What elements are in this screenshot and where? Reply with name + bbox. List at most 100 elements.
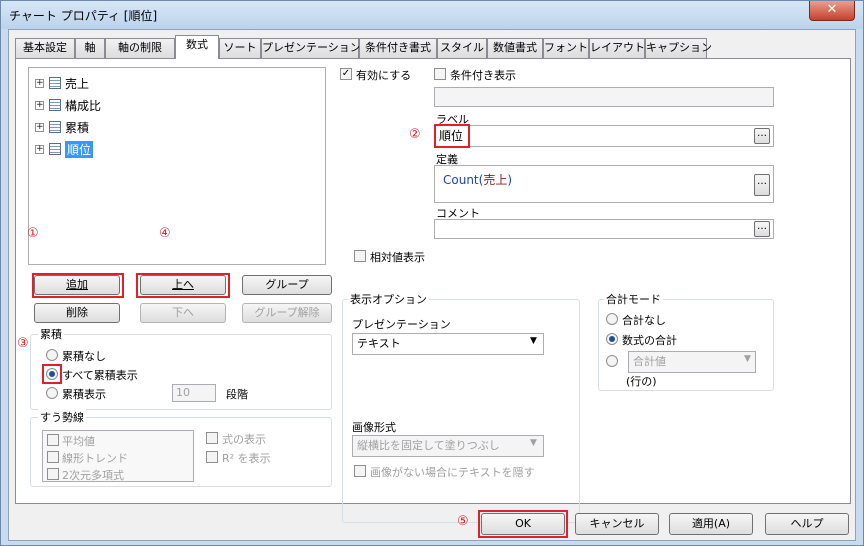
dialog-client: 基本設定 軸 軸の制限 数式 ソート プレゼンテーション 条件付き書式 スタイル… xyxy=(8,29,856,541)
total-none-label: 合計なし xyxy=(622,314,666,327)
steps-label: 段階 xyxy=(226,388,248,401)
tab-style[interactable]: スタイル xyxy=(437,38,487,58)
tab-sort[interactable]: ソート xyxy=(219,38,261,58)
delete-button[interactable]: 削除 xyxy=(34,303,120,323)
highlight-up xyxy=(136,273,230,298)
expand-icon[interactable]: + xyxy=(35,144,44,154)
tree-item-label: 売上 xyxy=(65,76,90,91)
table-icon xyxy=(49,143,61,155)
comment-input[interactable] xyxy=(434,219,774,239)
expand-icon[interactable]: + xyxy=(35,122,44,132)
tab-number-format[interactable]: 数値書式 xyxy=(487,38,543,58)
highlight-label xyxy=(434,124,470,148)
trend-linear-label: 線形トレンド xyxy=(62,452,128,465)
tree-item-label: 構成比 xyxy=(65,98,102,113)
tab-conditional-format[interactable]: 条件付き書式 xyxy=(359,38,437,58)
cumulative-show-label: 累積表示 xyxy=(62,388,106,401)
tab-expressions[interactable]: 数式 xyxy=(175,35,219,59)
definition-edit-button[interactable]: … xyxy=(754,174,770,196)
rows-label: (行の) xyxy=(626,375,657,388)
table-icon xyxy=(49,121,61,133)
cancel-button[interactable]: キャンセル xyxy=(575,513,659,535)
presentation-label: プレゼンテーション xyxy=(352,318,451,331)
expand-icon[interactable]: + xyxy=(35,100,44,110)
condition-field[interactable] xyxy=(434,87,774,107)
show-r2-checkbox[interactable] xyxy=(206,451,218,463)
relative-label: 相対値表示 xyxy=(370,251,425,264)
trend-linear-checkbox[interactable] xyxy=(47,451,59,463)
tab-basic[interactable]: 基本設定 xyxy=(15,38,75,58)
total-mode-title: 合計モード xyxy=(604,291,663,307)
tab-axis[interactable]: 軸 xyxy=(75,38,105,58)
display-options-title: 表示オプション xyxy=(348,291,429,307)
conditional-label: 条件付き表示 xyxy=(450,69,516,82)
window-title: チャート プロパティ [順位] xyxy=(9,9,158,23)
hide-text-checkbox[interactable] xyxy=(354,465,366,477)
help-button[interactable]: ヘルプ xyxy=(765,513,849,535)
total-value-radio[interactable] xyxy=(606,355,618,367)
expressions-panel: + 売上 + 構成比 + 累積 + 順位 追加 上へ グループ 削除 下へ グループ解除 xyxy=(15,58,851,523)
relative-checkbox[interactable] xyxy=(354,250,366,262)
tree-item-label: 順位 xyxy=(65,140,94,158)
cumulative-none-label: 累積なし xyxy=(62,350,106,363)
highlight-all xyxy=(42,364,62,384)
definition-field[interactable]: Count(売上) xyxy=(434,165,774,203)
presentation-select[interactable]: テキスト xyxy=(352,333,544,355)
total-none-radio[interactable] xyxy=(606,313,618,325)
definition-arg: 売上 xyxy=(483,173,508,187)
enable-checkbox[interactable]: ✓ xyxy=(340,68,352,80)
show-r2-label: R² を表示 xyxy=(222,452,271,465)
comment-edit-button[interactable]: … xyxy=(754,221,770,237)
image-format-label: 画像形式 xyxy=(352,421,396,434)
highlight-add xyxy=(32,273,124,298)
formula-total-label: 数式の合計 xyxy=(622,334,677,347)
trend-average-label: 平均値 xyxy=(62,435,95,448)
annotation-3: ③ xyxy=(17,336,29,351)
conditional-checkbox[interactable] xyxy=(434,68,446,80)
steps-input[interactable]: 10 xyxy=(172,384,216,402)
group-button[interactable]: グループ xyxy=(242,275,332,295)
formula-total-radio[interactable] xyxy=(606,333,618,345)
cumulative-all-label: すべて累積表示 xyxy=(62,369,138,382)
down-button[interactable]: 下へ xyxy=(140,303,226,323)
total-value-select[interactable]: 合計値 xyxy=(628,351,756,373)
cumulative-none-radio[interactable] xyxy=(46,349,58,361)
tab-presentation[interactable]: プレゼンテーション xyxy=(261,38,361,58)
enable-label: 有効にする xyxy=(356,69,412,82)
title-bar: チャート プロパティ [順位] ✕ xyxy=(1,1,863,29)
chevron-down-icon: ▼ xyxy=(530,336,537,346)
highlight-ok xyxy=(478,510,568,538)
close-button[interactable]: ✕ xyxy=(809,1,855,21)
tree-item-ratio[interactable]: + 構成比 xyxy=(35,96,101,114)
tab-layout[interactable]: レイアウト xyxy=(589,38,645,58)
tree-item-label: 累積 xyxy=(65,120,90,135)
tree-item-sales[interactable]: + 売上 xyxy=(35,74,89,92)
cumulative-show-radio[interactable] xyxy=(46,387,58,399)
tab-font[interactable]: フォント xyxy=(543,38,589,58)
dialog-window: チャート プロパティ [順位] ✕ 基本設定 軸 軸の制限 数式 ソート プレゼ… xyxy=(0,0,864,546)
definition-func: Count xyxy=(443,173,479,187)
show-formula-checkbox[interactable] xyxy=(206,432,218,444)
cumulative-title: 累積 xyxy=(38,326,64,342)
ungroup-button[interactable]: グループ解除 xyxy=(242,303,332,323)
expand-icon[interactable]: + xyxy=(35,78,44,88)
tree-item-rank[interactable]: + 順位 xyxy=(35,140,94,158)
tree-item-cumulative[interactable]: + 累積 xyxy=(35,118,89,136)
expression-tree[interactable]: + 売上 + 構成比 + 累積 + 順位 xyxy=(28,67,326,265)
annotation-1: ① xyxy=(27,226,39,241)
trend-poly-label: 2次元多項式 xyxy=(62,469,124,482)
annotation-2: ② xyxy=(409,127,421,142)
table-icon xyxy=(49,99,61,111)
image-format-select[interactable]: 縦横比を固定して塗りつぶし xyxy=(352,435,544,457)
annotation-5: ⑤ xyxy=(457,514,469,529)
tab-axis-limit[interactable]: 軸の制限 xyxy=(105,38,175,58)
tab-caption[interactable]: キャプション xyxy=(645,38,712,58)
trend-poly-checkbox[interactable] xyxy=(47,468,59,480)
label-input[interactable]: 順位 xyxy=(434,125,774,147)
apply-button[interactable]: 適用(A) xyxy=(669,513,753,535)
trend-average-checkbox[interactable] xyxy=(47,434,59,446)
label-edit-button[interactable]: … xyxy=(754,128,770,144)
chevron-down-icon: ▼ xyxy=(744,354,751,364)
trendline-title: すう勢線 xyxy=(38,409,86,425)
table-icon xyxy=(49,77,61,89)
